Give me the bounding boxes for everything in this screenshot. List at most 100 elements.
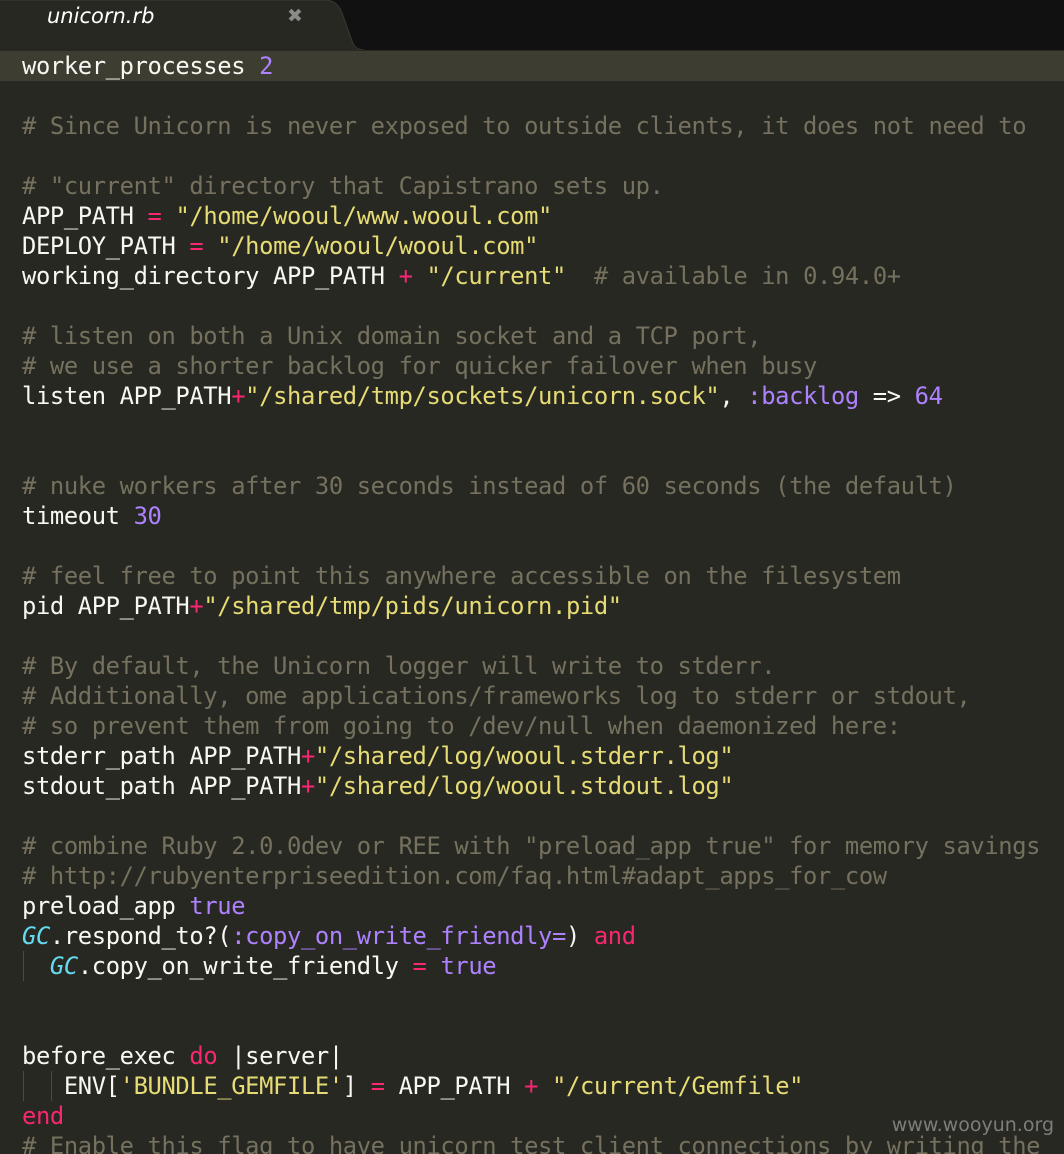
code-line[interactable]: listen APP_PATH+"/shared/tmp/sockets/uni… (22, 381, 943, 411)
code-line[interactable]: # listen on both a Unix domain socket an… (22, 321, 762, 351)
code-token-string: "/home/wooul/www.wooul.com" (175, 202, 553, 230)
code-line[interactable]: DEPLOY_PATH = "/home/wooul/wooul.com" (22, 231, 538, 261)
code-token-comment: # "current" directory that Capistrano se… (22, 172, 664, 200)
code-token-operator: + (300, 742, 315, 770)
code-token-keyword: and (593, 922, 636, 950)
code-token-number: 2 (259, 52, 274, 80)
code-token-comment: # By default, the Unicorn logger will wr… (22, 652, 776, 680)
code-token-plain: timeout (22, 502, 134, 530)
code-token-comment: # so prevent them from going to /dev/nul… (22, 712, 901, 740)
code-token-comment: # Additionally, ome applications/framewo… (22, 682, 971, 710)
code-token-plain: stderr_path APP_PATH (22, 742, 301, 770)
code-token-string: "/shared/log/wooul.stderr.log" (314, 742, 734, 770)
code-token-operator: + (231, 382, 246, 410)
code-token-comment: # feel free to point this anywhere acces… (22, 562, 901, 590)
code-token-comment: # Enable this flag to have unicorn test … (22, 1132, 1041, 1154)
code-line[interactable]: stdout_path APP_PATH+"/shared/log/wooul.… (22, 771, 734, 801)
code-token-string: "/shared/log/wooul.stdout.log" (314, 772, 734, 800)
code-line[interactable]: # so prevent them from going to /dev/nul… (22, 711, 901, 741)
code-editor[interactable]: worker_processes 2 # Since Unicorn is nev… (0, 50, 1064, 1154)
editor-window: unicorn.rb ✖ worker_processes 2 # Since U… (0, 0, 1064, 1154)
code-line[interactable]: # By default, the Unicorn logger will wr… (22, 651, 776, 681)
code-token-constant: true (440, 952, 497, 980)
code-line[interactable]: timeout 30 (22, 501, 162, 531)
code-token-number: 64 (914, 382, 943, 410)
code-token-plain: listen APP_PATH (22, 382, 232, 410)
code-token-operator: = (147, 202, 162, 230)
code-token-operator: = (370, 1072, 385, 1100)
code-token-constant: true (189, 892, 246, 920)
code-token-string: "/current/Gemfile" (552, 1072, 804, 1100)
code-line[interactable]: # nuke workers after 30 seconds instead … (22, 471, 957, 501)
code-line[interactable]: working_directory APP_PATH + "/current" … (22, 261, 901, 291)
code-token-string: "/shared/tmp/pids/unicorn.pid" (203, 592, 622, 620)
code-token-plain: .respond_to?( (49, 922, 232, 950)
code-token-plain: .copy_on_write_friendly (77, 952, 413, 980)
code-token-operator: + (524, 1072, 539, 1100)
code-token-comment: # combine Ruby 2.0.0dev or REE with "pre… (22, 832, 1041, 860)
code-token-comment: # Since Unicorn is never exposed to outs… (22, 112, 1027, 140)
code-line[interactable]: end (22, 1101, 64, 1131)
code-line[interactable]: # http://rubyenterpriseedition.com/faq.h… (22, 861, 887, 891)
code-line[interactable]: pid APP_PATH+"/shared/tmp/pids/unicorn.p… (22, 591, 622, 621)
code-token-plain: , (719, 382, 748, 410)
code-token-string: "/current" (426, 262, 566, 290)
code-token-string: "/home/wooul/wooul.com" (217, 232, 539, 260)
code-line[interactable]: # we use a shorter backlog for quicker f… (22, 351, 817, 381)
code-token-plain: before_exec (22, 1042, 190, 1070)
tab-shape (0, 0, 365, 50)
close-icon[interactable]: ✖ (285, 5, 305, 27)
code-token-symbol: :backlog (747, 382, 859, 410)
code-token-plain: ) (565, 922, 594, 950)
tab-filename[interactable]: unicorn.rb (47, 4, 154, 28)
code-token-comment: # nuke workers after 30 seconds instead … (22, 472, 957, 500)
code-line[interactable]: GC.copy_on_write_friendly = true (22, 951, 497, 981)
code-token-operator: + (189, 592, 204, 620)
code-line[interactable]: GC.respond_to?(:copy_on_write_friendly=)… (22, 921, 636, 951)
code-line[interactable]: # "current" directory that Capistrano se… (22, 171, 664, 201)
code-token-plain: => (858, 382, 915, 410)
code-line[interactable]: worker_processes 2 (22, 51, 273, 81)
code-token-comment: # http://rubyenterpriseedition.com/faq.h… (22, 862, 887, 890)
code-token-class: GC (49, 952, 78, 980)
code-line[interactable]: # combine Ruby 2.0.0dev or REE with "pre… (22, 831, 1041, 861)
code-line[interactable]: # Since Unicorn is never exposed to outs… (22, 111, 1027, 141)
code-token-keyword: end (22, 1102, 64, 1130)
code-line[interactable]: preload_app true (22, 891, 246, 921)
code-token-operator: = (412, 952, 427, 980)
code-token-string: 'BUNDLE_GEMFILE' (119, 1072, 344, 1100)
code-token-comment: # available in 0.94.0+ (593, 262, 901, 290)
code-token-comment: # listen on both a Unix domain socket an… (22, 322, 762, 350)
code-token-plain: worker_processes (22, 52, 260, 80)
code-token-plain: ] (342, 1072, 371, 1100)
code-token-plain: working_directory APP_PATH (22, 262, 399, 290)
code-token-plain: APP_PATH (384, 1072, 525, 1100)
code-line[interactable]: # Additionally, ome applications/framewo… (22, 681, 971, 711)
tab-bar: unicorn.rb ✖ (0, 0, 1064, 50)
code-token-number: 30 (133, 502, 162, 530)
code-token-string: "/shared/tmp/sockets/unicorn.sock" (245, 382, 720, 410)
code-token-operator: + (300, 772, 315, 800)
code-token-plain: DEPLOY_PATH (22, 232, 190, 260)
code-line[interactable]: stderr_path APP_PATH+"/shared/log/wooul.… (22, 741, 734, 771)
code-token-plain: stdout_path APP_PATH (22, 772, 301, 800)
code-token-plain: |server| (217, 1042, 343, 1070)
code-line[interactable]: # feel free to point this anywhere acces… (22, 561, 901, 591)
code-token-symbol: :copy_on_write_friendly= (231, 922, 566, 950)
code-token-plain: preload_app (22, 892, 190, 920)
code-token-keyword: do (189, 1042, 218, 1070)
code-token-plain: ENV[ (22, 1072, 120, 1100)
code-token-comment: # we use a shorter backlog for quicker f… (22, 352, 817, 380)
code-line[interactable]: APP_PATH = "/home/wooul/www.wooul.com" (22, 201, 552, 231)
code-line[interactable]: # Enable this flag to have unicorn test … (22, 1131, 1041, 1154)
code-line[interactable]: before_exec do |server| (22, 1041, 343, 1071)
code-line[interactable]: ENV['BUNDLE_GEMFILE'] = APP_PATH + "/cur… (22, 1071, 804, 1101)
code-token-class: GC (22, 922, 50, 950)
code-token-operator: + (398, 262, 413, 290)
